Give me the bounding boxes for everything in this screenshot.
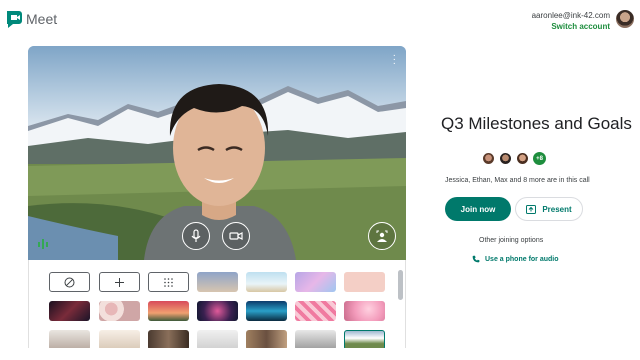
- background-thumbnail[interactable]: [197, 330, 238, 348]
- background-thumbnail[interactable]: [295, 272, 336, 292]
- background-thumbnail[interactable]: [148, 330, 189, 348]
- background-effects-button[interactable]: [368, 222, 396, 250]
- background-thumbnail[interactable]: [148, 301, 189, 321]
- background-picker: [28, 260, 406, 348]
- avatar: [516, 152, 529, 165]
- other-joining-options: Other joining options: [479, 237, 544, 244]
- person-video-feed: [144, 84, 296, 260]
- background-effects-icon: [376, 230, 388, 242]
- background-thumbnail[interactable]: [49, 301, 90, 321]
- in-call-text: Jessica, Ethan, Max and 8 more are in th…: [445, 177, 590, 184]
- present-icon: [526, 204, 537, 214]
- avatar: [482, 152, 495, 165]
- background-thumbnail[interactable]: [295, 301, 336, 321]
- camera-icon: [229, 232, 243, 240]
- microphone-button[interactable]: [182, 222, 210, 250]
- avatar: [499, 152, 512, 165]
- background-thumbnail[interactable]: [295, 330, 336, 348]
- more-vert-icon[interactable]: · · ·: [393, 51, 396, 69]
- participants-more-badge: +8: [533, 152, 546, 165]
- use-phone-audio-link[interactable]: Use a phone for audio: [472, 255, 559, 263]
- meet-logo-icon: [7, 11, 22, 28]
- upload-background-button[interactable]: [99, 272, 140, 292]
- no-effect-button[interactable]: [49, 272, 90, 292]
- background-thumbnail[interactable]: [99, 301, 140, 321]
- audio-level-icon: [38, 239, 48, 249]
- join-now-button[interactable]: Join now: [445, 197, 511, 221]
- avatar[interactable]: [616, 10, 634, 28]
- background-thumbnail[interactable]: [344, 272, 385, 292]
- background-thumbnail[interactable]: [99, 330, 140, 348]
- background-thumbnail[interactable]: [246, 272, 287, 292]
- meeting-title: Q3 Milestones and Goals: [441, 114, 632, 133]
- background-thumbnail[interactable]: [246, 330, 287, 348]
- plus-icon: [115, 277, 124, 287]
- account-email: aaronlee@ink-42.com: [531, 11, 610, 20]
- account-info: aaronlee@ink-42.com Switch account: [532, 10, 610, 32]
- background-thumbnail[interactable]: [197, 272, 238, 292]
- scrollbar[interactable]: [398, 270, 403, 300]
- camera-preview: · · ·: [28, 46, 406, 260]
- present-label: Present: [542, 204, 572, 214]
- blur-background-button[interactable]: [148, 272, 189, 292]
- slash-circle-icon: [64, 277, 75, 287]
- phone-label: Use a phone for audio: [485, 255, 559, 263]
- blur-dots-icon: [164, 277, 173, 287]
- background-thumbnail[interactable]: [246, 301, 287, 321]
- top-bar: Meet aaronlee@ink-42.com Switch account: [0, 0, 640, 40]
- present-button[interactable]: Present: [515, 197, 583, 221]
- app-name: Meet: [26, 11, 58, 27]
- background-thumbnail-selected[interactable]: [344, 330, 385, 348]
- background-thumbnail[interactable]: [197, 301, 238, 321]
- switch-account-link[interactable]: Switch account: [532, 21, 610, 32]
- camera-button[interactable]: [222, 222, 250, 250]
- background-thumbnail[interactable]: [49, 330, 90, 348]
- phone-icon: [472, 255, 480, 263]
- microphone-icon: [191, 229, 201, 242]
- background-thumbnail[interactable]: [344, 301, 385, 321]
